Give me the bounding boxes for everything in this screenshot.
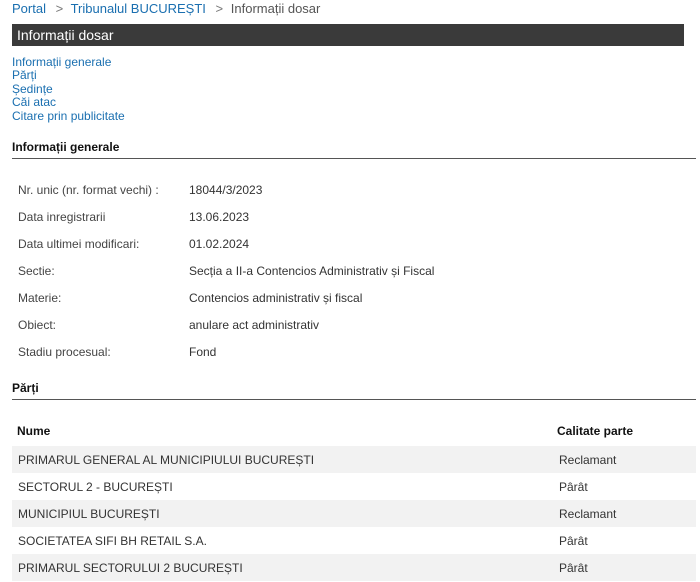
nav-link-sedinte[interactable]: Ședințe — [12, 82, 125, 96]
nav-link-parti[interactable]: Părți — [12, 68, 125, 82]
table-row: MUNICIPIUL BUCUREȘTI Reclamant — [12, 500, 696, 527]
breadcrumb: Portal > Tribunalul BUCUREȘTI > Informaț… — [12, 1, 320, 16]
info-label: Obiect: — [18, 318, 57, 332]
breadcrumb-court-link[interactable]: Tribunalul BUCUREȘTI — [71, 1, 206, 16]
party-name: SOCIETATEA SIFI BH RETAIL S.A. — [18, 534, 207, 548]
info-label: Materie: — [18, 291, 62, 305]
party-role: Pârât — [559, 561, 588, 575]
parti-table-header: Nume Calitate parte — [12, 420, 696, 446]
breadcrumb-current: Informații dosar — [230, 1, 321, 16]
party-role: Reclamant — [559, 507, 617, 521]
breadcrumb-separator: > — [215, 1, 224, 16]
info-value: 18044/3/2023 — [189, 183, 263, 197]
party-role: Pârât — [559, 534, 588, 548]
general-info-heading: Informații generale — [12, 140, 696, 159]
column-header-nume: Nume — [17, 424, 51, 438]
info-value: 13.06.2023 — [189, 210, 250, 224]
parti-heading: Părți — [12, 381, 696, 400]
nav-link-informatii-generale[interactable]: Informații generale — [12, 55, 125, 69]
info-label: Stadiu procesual: — [18, 345, 111, 359]
party-name: PRIMARUL GENERAL AL MUNICIPIULUI BUCUREȘ… — [18, 453, 315, 467]
info-value: Secția a II-a Contencios Administrativ ș… — [189, 264, 435, 278]
info-label: Data ultimei modificari: — [18, 237, 140, 251]
breadcrumb-portal-link[interactable]: Portal — [12, 1, 46, 16]
breadcrumb-separator: > — [55, 1, 64, 16]
column-header-calitate: Calitate parte — [557, 424, 634, 438]
party-role: Reclamant — [559, 453, 617, 467]
info-value: 01.02.2024 — [189, 237, 250, 251]
party-role: Pârât — [559, 480, 588, 494]
info-label: Nr. unic (nr. format vechi) : — [18, 183, 159, 197]
table-row: SECTORUL 2 - BUCUREȘTI Pârât — [12, 473, 696, 500]
info-value: anulare act administrativ — [189, 318, 320, 332]
parti-table: Nume Calitate parte PRIMARUL GENERAL AL … — [12, 420, 696, 581]
table-row: SOCIETATEA SIFI BH RETAIL S.A. Pârât — [12, 527, 696, 554]
party-name: PRIMARUL SECTORULUI 2 BUCUREȘTI — [18, 561, 243, 575]
page-title: Informații dosar — [12, 24, 684, 46]
table-row: PRIMARUL GENERAL AL MUNICIPIULUI BUCUREȘ… — [12, 446, 696, 473]
party-name: SECTORUL 2 - BUCUREȘTI — [18, 480, 173, 494]
nav-link-citare-publicitate[interactable]: Citare prin publicitate — [12, 109, 125, 123]
table-row: PRIMARUL SECTORULUI 2 BUCUREȘTI Pârât — [12, 554, 696, 581]
info-value: Fond — [189, 345, 217, 359]
info-value: Contencios administrativ și fiscal — [189, 291, 363, 305]
party-name: MUNICIPIUL BUCUREȘTI — [18, 507, 160, 521]
info-label: Data inregistrarii — [18, 210, 106, 224]
nav-link-cai-atac[interactable]: Căi atac — [12, 95, 125, 109]
section-nav: Informații generale Părți Ședințe Căi at… — [12, 55, 125, 123]
info-label: Sectie: — [18, 264, 55, 278]
